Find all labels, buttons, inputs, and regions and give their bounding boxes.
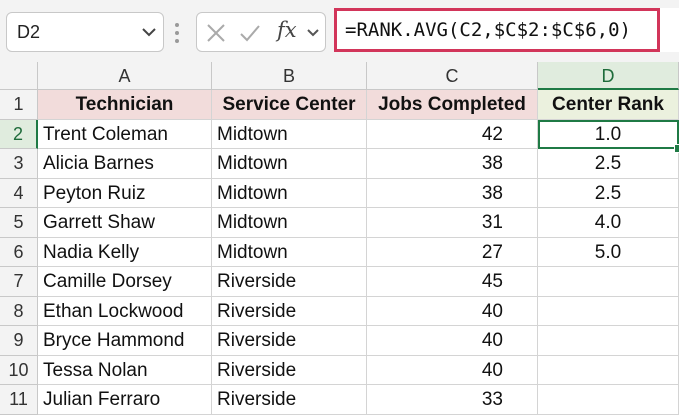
row-header-10[interactable]: 10 (0, 355, 38, 385)
header-cell-service-center[interactable]: Service Center (212, 90, 367, 120)
cell-c10[interactable]: 40 (367, 355, 538, 385)
chevron-down-icon[interactable] (305, 22, 321, 44)
header-cell-jobs-completed[interactable]: Jobs Completed (367, 90, 538, 120)
enter-icon[interactable] (239, 22, 261, 44)
cell-d5[interactable]: 4.0 (538, 208, 679, 238)
cell-b3[interactable]: Midtown (212, 149, 367, 179)
cell-a5[interactable]: Garrett Shaw (38, 208, 212, 238)
fill-handle[interactable] (674, 144, 679, 153)
row-header-2[interactable]: 2 (0, 119, 38, 149)
active-cell-outline[interactable] (538, 119, 679, 149)
cell-c8[interactable]: 40 (367, 296, 538, 326)
column-header-c[interactable]: C (367, 62, 538, 90)
cell-b10[interactable]: Riverside (212, 355, 367, 385)
cell-b9[interactable]: Riverside (212, 326, 367, 356)
cell-d4[interactable]: 2.5 (538, 178, 679, 208)
cell-b7[interactable]: Riverside (212, 267, 367, 297)
cell-a4[interactable]: Peyton Ruiz (38, 178, 212, 208)
cancel-icon[interactable] (205, 22, 227, 44)
cell-a6[interactable]: Nadia Kelly (38, 237, 212, 267)
cell-d10[interactable] (538, 355, 679, 385)
cell-a7[interactable]: Camille Dorsey (38, 267, 212, 297)
cell-c7[interactable]: 45 (367, 267, 538, 297)
cell-b6[interactable]: Midtown (212, 237, 367, 267)
cell-b4[interactable]: Midtown (212, 178, 367, 208)
name-box[interactable]: D2 (6, 12, 164, 52)
insert-function-button[interactable]: fx (277, 18, 297, 42)
row-header-9[interactable]: 9 (0, 326, 38, 356)
cell-a8[interactable]: Ethan Lockwood (38, 296, 212, 326)
cell-b2[interactable]: Midtown (212, 119, 367, 149)
column-header-b[interactable]: B (212, 62, 367, 90)
row-header-8[interactable]: 8 (0, 296, 38, 326)
cell-a10[interactable]: Tessa Nolan (38, 355, 212, 385)
formula-input[interactable]: =RANK.AVG(C2,$C$2:$C$6,0) (334, 8, 660, 52)
chevron-down-icon[interactable] (139, 20, 159, 44)
cell-a2[interactable]: Trent Coleman (38, 119, 212, 149)
cell-c6[interactable]: 27 (367, 237, 538, 267)
row-header-3[interactable]: 3 (0, 149, 38, 179)
header-cell-center-rank[interactable]: Center Rank (538, 90, 679, 120)
cell-c4[interactable]: 38 (367, 178, 538, 208)
cell-d7[interactable] (538, 267, 679, 297)
cell-b8[interactable]: Riverside (212, 296, 367, 326)
cell-c9[interactable]: 40 (367, 326, 538, 356)
row-header-1[interactable]: 1 (0, 90, 38, 120)
row-header-11[interactable]: 11 (0, 385, 38, 415)
formula-buttons: fx (196, 12, 326, 52)
formula-bar-extension[interactable] (660, 8, 679, 52)
cell-b11[interactable]: Riverside (212, 385, 367, 415)
drag-handle-icon[interactable] (174, 20, 180, 46)
cell-d8[interactable] (538, 296, 679, 326)
name-box-value[interactable]: D2 (17, 22, 40, 43)
select-all-corner[interactable] (0, 62, 38, 90)
column-header-d[interactable]: D (538, 62, 679, 90)
row-header-6[interactable]: 6 (0, 237, 38, 267)
row-header-4[interactable]: 4 (0, 178, 38, 208)
cell-c3[interactable]: 38 (367, 149, 538, 179)
cell-a11[interactable]: Julian Ferraro (38, 385, 212, 415)
cell-d3[interactable]: 2.5 (538, 149, 679, 179)
cell-c2[interactable]: 42 (367, 119, 538, 149)
formula-text[interactable]: =RANK.AVG(C2,$C$2:$C$6,0) (345, 19, 631, 41)
row-header-5[interactable]: 5 (0, 208, 38, 238)
header-cell-technician[interactable]: Technician (38, 90, 212, 120)
cell-a3[interactable]: Alicia Barnes (38, 149, 212, 179)
cell-d11[interactable] (538, 385, 679, 415)
cell-c11[interactable]: 33 (367, 385, 538, 415)
column-header-a[interactable]: A (38, 62, 212, 90)
cell-b5[interactable]: Midtown (212, 208, 367, 238)
cell-d6[interactable]: 5.0 (538, 237, 679, 267)
formula-toolbar: D2 fx =RANK.AVG(C2,$C$2:$C$6,0) (0, 0, 679, 62)
cell-d9[interactable] (538, 326, 679, 356)
cell-c5[interactable]: 31 (367, 208, 538, 238)
row-header-7[interactable]: 7 (0, 267, 38, 297)
cell-a9[interactable]: Bryce Hammond (38, 326, 212, 356)
